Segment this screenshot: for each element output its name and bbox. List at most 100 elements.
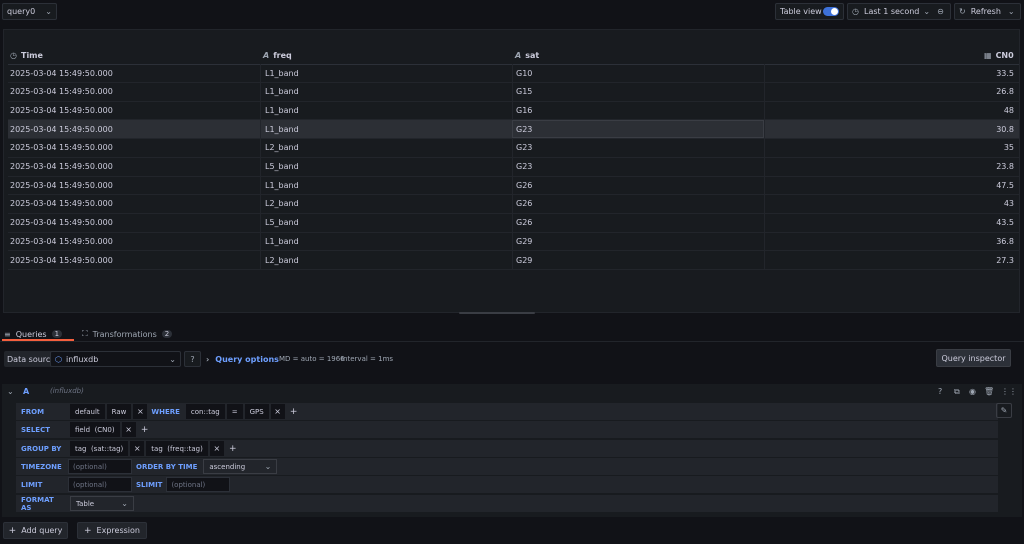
cell-time: 2025-03-04 15:49:50.000 bbox=[10, 124, 113, 134]
database-icon: ≡ bbox=[4, 329, 11, 339]
close-icon[interactable]: × bbox=[133, 404, 148, 419]
datasource-help-button[interactable]: ? bbox=[184, 351, 201, 367]
text-type-icon: A bbox=[515, 50, 522, 60]
cell-sat: G26 bbox=[512, 194, 764, 213]
chevron-down-icon: ⌄ bbox=[45, 7, 52, 16]
cell-time: 2025-03-04 15:49:50.000 bbox=[10, 218, 113, 228]
clock-icon: ◷ bbox=[852, 7, 859, 16]
add-icon[interactable]: + bbox=[138, 422, 152, 437]
cell-cn0: 23.8 bbox=[764, 157, 1018, 176]
cell-sat: G26 bbox=[512, 213, 764, 232]
limit-input[interactable]: (optional) bbox=[68, 477, 132, 492]
cell-time: 2025-03-04 15:49:50.000 bbox=[10, 143, 113, 153]
table-row[interactable]: 2025-03-04 15:49:50.000 L2_band G29 27.3 bbox=[8, 251, 1019, 270]
cell-sat: G29 bbox=[512, 251, 764, 269]
table-row[interactable]: 2025-03-04 15:49:50.000 L1_band G15 26.8 bbox=[8, 82, 1019, 102]
where-operator[interactable]: = bbox=[226, 404, 243, 419]
cell-cn0: 43 bbox=[764, 194, 1018, 213]
transform-icon: ⛶ bbox=[82, 329, 88, 338]
help-icon[interactable]: ? bbox=[938, 387, 942, 396]
cell-freq: L1_band bbox=[260, 232, 512, 251]
drag-handle-icon[interactable]: ⋮⋮ bbox=[1001, 387, 1017, 396]
add-icon[interactable]: + bbox=[287, 404, 301, 419]
datasource-select[interactable]: ⬡ influxdb ⌄ bbox=[50, 351, 181, 367]
cell-cn0: 35 bbox=[764, 138, 1018, 157]
cell-time: 2025-03-04 15:49:50.000 bbox=[10, 180, 113, 190]
measurement[interactable]: Raw bbox=[106, 404, 132, 419]
column-header-time[interactable]: ◷ Time bbox=[10, 46, 43, 64]
tab-transformations[interactable]: ⛶ Transformations 2 bbox=[82, 326, 173, 342]
query-ref-id[interactable]: A bbox=[23, 387, 29, 396]
cell-cn0: 47.5 bbox=[764, 176, 1018, 195]
influxdb-icon: ⬡ bbox=[55, 354, 62, 364]
cell-freq: L1_band bbox=[260, 101, 512, 120]
refresh-button[interactable]: ↻ Refresh ⌄ bbox=[954, 3, 1021, 20]
toggle-switch[interactable] bbox=[823, 7, 839, 16]
active-tab-indicator bbox=[2, 339, 74, 341]
add-icon[interactable]: + bbox=[226, 441, 240, 456]
query-select[interactable]: query0 ⌄ bbox=[2, 3, 57, 20]
plus-icon: + bbox=[84, 525, 92, 536]
max-data-points: MD = auto = 1966 bbox=[279, 355, 345, 363]
chevron-down-icon: ⌄ bbox=[169, 354, 176, 364]
table-row[interactable]: 2025-03-04 15:49:50.000 L1_band G16 48 bbox=[8, 101, 1019, 121]
table-row[interactable]: 2025-03-04 15:49:50.000 L2_band G26 43 bbox=[8, 194, 1019, 214]
close-icon[interactable]: × bbox=[121, 422, 136, 437]
close-icon[interactable]: × bbox=[270, 404, 285, 419]
add-expression-button[interactable]: + Expression bbox=[77, 522, 147, 539]
slimit-input[interactable]: (optional) bbox=[166, 477, 231, 492]
add-query-button[interactable]: + Add query bbox=[3, 522, 68, 539]
zoom-out-icon[interactable]: ⊖ bbox=[937, 7, 944, 16]
group-by-row: GROUP BY tag (sat::tag) × tag (freq::tag… bbox=[16, 440, 998, 457]
eye-icon[interactable]: ◉ bbox=[969, 387, 976, 396]
query-inspector-button[interactable]: Query inspector bbox=[936, 349, 1011, 367]
edit-raw-button[interactable]: ✎ bbox=[996, 403, 1012, 418]
table-row[interactable]: 2025-03-04 15:49:50.000 L5_band G26 43.5 bbox=[8, 213, 1019, 233]
table-row[interactable]: 2025-03-04 15:49:50.000 L1_band G23 30.8 bbox=[8, 120, 1019, 140]
order-by-time-keyword: ORDER BY TIME bbox=[136, 462, 198, 471]
cell-sat: G26 bbox=[512, 176, 764, 195]
column-header-cn0[interactable]: ▦ CN0 bbox=[984, 46, 1014, 64]
cell-time: 2025-03-04 15:49:50.000 bbox=[10, 105, 113, 115]
duplicate-icon[interactable]: ⧉ bbox=[954, 387, 960, 397]
cell-freq: L2_band bbox=[260, 138, 512, 157]
cell-freq: L5_band bbox=[260, 213, 512, 232]
order-select[interactable]: ascending ⌄ bbox=[203, 459, 278, 474]
cell-freq: L2_band bbox=[260, 194, 512, 213]
table-view-toggle[interactable]: Table view bbox=[775, 3, 844, 20]
group-by-tag-sat[interactable]: tag (sat::tag) bbox=[70, 441, 129, 456]
select-field[interactable]: field (CN0) bbox=[70, 422, 120, 437]
cell-sat: G23 bbox=[512, 157, 764, 176]
column-header-freq[interactable]: A freq bbox=[263, 46, 292, 64]
cell-time: 2025-03-04 15:49:50.000 bbox=[10, 199, 113, 209]
resize-handle[interactable] bbox=[459, 312, 535, 314]
plus-icon: + bbox=[8, 525, 17, 536]
table-row[interactable]: 2025-03-04 15:49:50.000 L2_band G23 35 bbox=[8, 138, 1019, 158]
table-panel: ◷ Time A freq A sat ▦ CN0 2025-03-04 15:… bbox=[3, 29, 1020, 314]
table-row[interactable]: 2025-03-04 15:49:50.000 L1_band G10 33.5 bbox=[8, 64, 1019, 83]
where-value[interactable]: GPS bbox=[244, 404, 269, 419]
column-header-sat[interactable]: A sat bbox=[515, 46, 539, 64]
close-icon[interactable]: × bbox=[209, 441, 224, 456]
table-row[interactable]: 2025-03-04 15:49:50.000 L5_band G23 23.8 bbox=[8, 157, 1019, 177]
chevron-down-icon: ⌄ bbox=[923, 7, 931, 16]
collapse-icon[interactable]: ⌄ bbox=[7, 387, 14, 396]
trash-icon[interactable]: 🗑 bbox=[984, 387, 994, 396]
query-options-toggle[interactable]: › Query options bbox=[206, 351, 279, 367]
where-tag[interactable]: con::tag bbox=[185, 404, 225, 419]
cell-cn0: 33.5 bbox=[764, 64, 1018, 82]
table-row[interactable]: 2025-03-04 15:49:50.000 L1_band G26 47.5 bbox=[8, 176, 1019, 196]
chevron-down-icon[interactable]: ⌄ bbox=[1008, 7, 1015, 16]
close-icon[interactable]: × bbox=[130, 441, 145, 456]
group-by-tag-freq[interactable]: tag (freq::tag) bbox=[146, 441, 208, 456]
retention-policy[interactable]: default bbox=[70, 404, 105, 419]
cell-freq: L1_band bbox=[260, 82, 512, 101]
from-row: FROM default Raw × WHERE con::tag = GPS … bbox=[16, 403, 998, 420]
table-row[interactable]: 2025-03-04 15:49:50.000 L1_band G29 36.8 bbox=[8, 232, 1019, 252]
cell-sat: G16 bbox=[512, 101, 764, 120]
cell-cn0: 48 bbox=[764, 101, 1018, 120]
timezone-input[interactable]: (optional) bbox=[68, 459, 132, 474]
format-select[interactable]: Table ⌄ bbox=[70, 496, 134, 511]
time-range-picker[interactable]: ◷ Last 1 second ⌄ ⊖ bbox=[847, 3, 951, 20]
cell-time: 2025-03-04 15:49:50.000 bbox=[10, 87, 113, 97]
